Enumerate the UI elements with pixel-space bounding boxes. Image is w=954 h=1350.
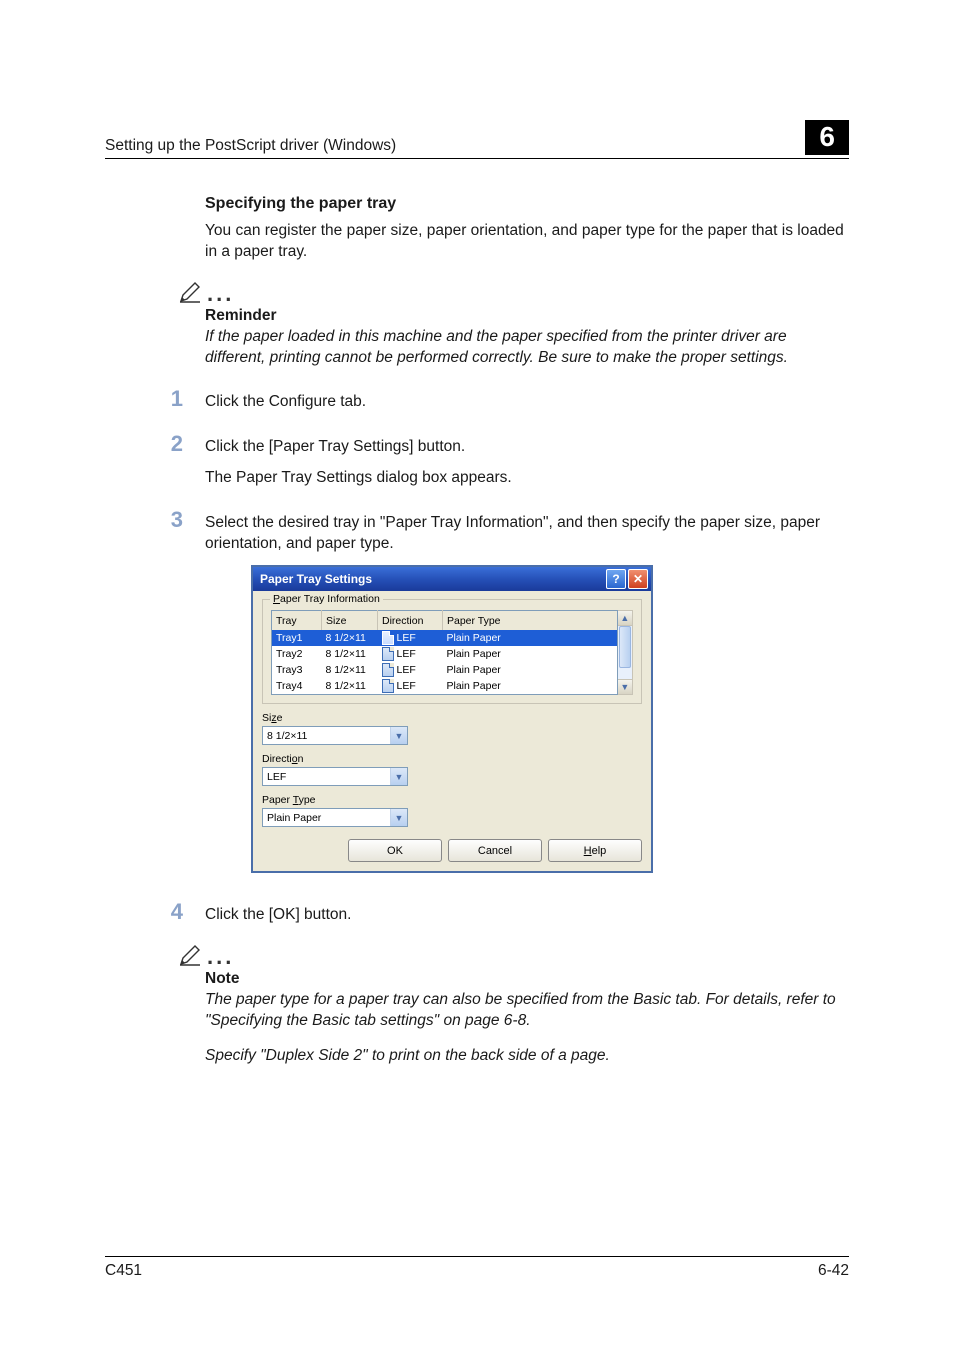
col-direction[interactable]: Direction	[378, 611, 443, 631]
table-row[interactable]: Tray4 8 1/2×11 LEF Plain Paper	[272, 678, 618, 695]
paper-tray-information-group: Paper Tray Information Tray Size	[262, 599, 642, 704]
chapter-number-badge: 6	[805, 120, 849, 155]
section-heading: Specifying the paper tray	[205, 195, 844, 213]
pencil-icon	[177, 944, 203, 968]
table-row[interactable]: Tray1 8 1/2×11 LEF Plain Paper	[272, 630, 618, 646]
step-number: 4	[165, 899, 183, 925]
size-label: Size	[262, 712, 642, 724]
reminder-body: If the paper loaded in this machine and …	[205, 327, 844, 369]
table-row[interactable]: Tray3 8 1/2×11 LEF Plain Paper	[272, 662, 618, 678]
footer-page-number: 6-42	[818, 1262, 849, 1280]
step-number: 1	[165, 386, 183, 412]
running-title: Setting up the PostScript driver (Window…	[105, 137, 396, 155]
note-block: ... Note The paper type for a paper tray…	[205, 944, 844, 1067]
col-size[interactable]: Size	[322, 611, 378, 631]
step-text: Click the Configure tab.	[205, 392, 366, 413]
dialog-title: Paper Tray Settings	[260, 572, 372, 586]
pencil-icon	[177, 281, 203, 305]
scroll-thumb[interactable]	[619, 626, 631, 668]
page-orientation-icon	[382, 647, 394, 661]
page-orientation-icon	[382, 679, 394, 693]
direction-label: Direction	[262, 753, 642, 765]
scroll-up-button[interactable]: ▲	[618, 611, 632, 626]
reminder-label: Reminder	[205, 307, 844, 325]
chevron-down-icon: ▼	[390, 809, 407, 826]
ellipsis-icon: ...	[207, 948, 234, 966]
chevron-down-icon: ▼	[390, 727, 407, 744]
dialog-help-button[interactable]: ?	[606, 569, 626, 589]
tray-table[interactable]: Tray Size Direction Paper Type Tray1	[271, 610, 618, 695]
footer-model: C451	[105, 1262, 142, 1280]
direction-select[interactable]: LEF▼	[262, 767, 408, 786]
step-text: Select the desired tray in "Paper Tray I…	[205, 513, 844, 555]
reminder-block: ... Reminder If the paper loaded in this…	[205, 281, 844, 369]
size-select[interactable]: 8 1/2×11▼	[262, 726, 408, 745]
paper-tray-settings-dialog: Paper Tray Settings ? ✕ Paper Tray Infor…	[251, 565, 653, 873]
dialog-close-button[interactable]: ✕	[628, 569, 648, 589]
scroll-down-button[interactable]: ▼	[618, 679, 632, 694]
note-label: Note	[205, 970, 844, 988]
step-number: 3	[165, 507, 183, 533]
table-scrollbar[interactable]: ▲ ▼	[618, 610, 633, 695]
step-number: 2	[165, 431, 183, 457]
ok-button[interactable]: OK	[348, 839, 442, 862]
paper-type-label: Paper Type	[262, 794, 642, 806]
ellipsis-icon: ...	[207, 285, 234, 303]
note-body-1: The paper type for a paper tray can also…	[205, 990, 844, 1032]
page-orientation-icon	[382, 663, 394, 677]
group-legend: Paper Tray Information	[270, 593, 383, 605]
dialog-help-action-button[interactable]: Help	[548, 839, 642, 862]
note-body-2: Specify "Duplex Side 2" to print on the …	[205, 1046, 844, 1067]
intro-paragraph: You can register the paper size, paper o…	[205, 221, 844, 263]
step-text: Click the [Paper Tray Settings] button. …	[205, 437, 512, 489]
page-orientation-icon	[382, 631, 394, 645]
paper-type-select[interactable]: Plain Paper▼	[262, 808, 408, 827]
col-tray[interactable]: Tray	[272, 611, 322, 631]
chevron-down-icon: ▼	[390, 768, 407, 785]
table-row[interactable]: Tray2 8 1/2×11 LEF Plain Paper	[272, 646, 618, 662]
col-paper-type[interactable]: Paper Type	[443, 611, 618, 631]
cancel-button[interactable]: Cancel	[448, 839, 542, 862]
step-subtext: The Paper Tray Settings dialog box appea…	[205, 468, 512, 489]
step-text: Click the [OK] button.	[205, 905, 351, 926]
